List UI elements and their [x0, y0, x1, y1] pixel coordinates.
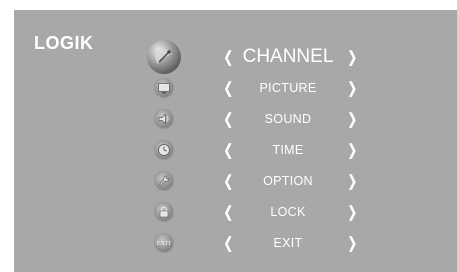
menu-item-picture[interactable]: ❬ PICTURE ❭	[154, 73, 424, 103]
exit-icon: EXIT	[154, 233, 174, 253]
wrench-icon	[154, 171, 174, 191]
menu-item-option[interactable]: ❬ OPTION ❭	[154, 166, 424, 196]
menu-item-label: PICTURE	[259, 81, 317, 95]
main-menu: ❬ CHANNEL ❭ ❬ PICTURE ❭ ❬ SOUND ❭ ❬ TIME…	[14, 10, 457, 272]
exit-icon-text: EXIT	[156, 239, 172, 247]
menu-item-exit[interactable]: EXIT ❬ EXIT ❭	[154, 228, 424, 258]
speaker-icon	[154, 109, 174, 129]
clock-icon	[154, 140, 174, 160]
menu-item-label: CHANNEL	[242, 46, 334, 67]
arrow-right-icon[interactable]: ❭	[346, 48, 359, 66]
menu-item-label: EXIT	[273, 236, 303, 250]
menu-item-channel[interactable]: ❬ CHANNEL ❭	[147, 40, 424, 74]
menu-item-time[interactable]: ❬ TIME ❭	[154, 135, 424, 165]
menu-item-label: TIME	[272, 143, 304, 157]
arrow-right-icon[interactable]: ❭	[346, 110, 359, 128]
arrow-right-icon[interactable]: ❭	[346, 203, 359, 221]
arrow-right-icon[interactable]: ❭	[346, 79, 359, 97]
menu-item-sound[interactable]: ❬ SOUND ❭	[154, 104, 424, 134]
satellite-dish-icon	[147, 40, 181, 74]
tv-osd-screen: LOGIK ❬ CHANNEL ❭ ❬ PICTURE ❭ ❬ SOUND ❭ …	[14, 10, 457, 272]
tv-screen-icon	[154, 78, 174, 98]
menu-item-label: LOCK	[270, 205, 306, 219]
menu-item-label: SOUND	[264, 112, 312, 126]
menu-item-lock[interactable]: ❬ LOCK ❭	[154, 197, 424, 227]
padlock-icon	[154, 202, 174, 222]
arrow-right-icon[interactable]: ❭	[346, 172, 359, 190]
menu-item-label: OPTION	[263, 174, 313, 188]
arrow-right-icon[interactable]: ❭	[346, 141, 359, 159]
arrow-right-icon[interactable]: ❭	[346, 234, 359, 252]
